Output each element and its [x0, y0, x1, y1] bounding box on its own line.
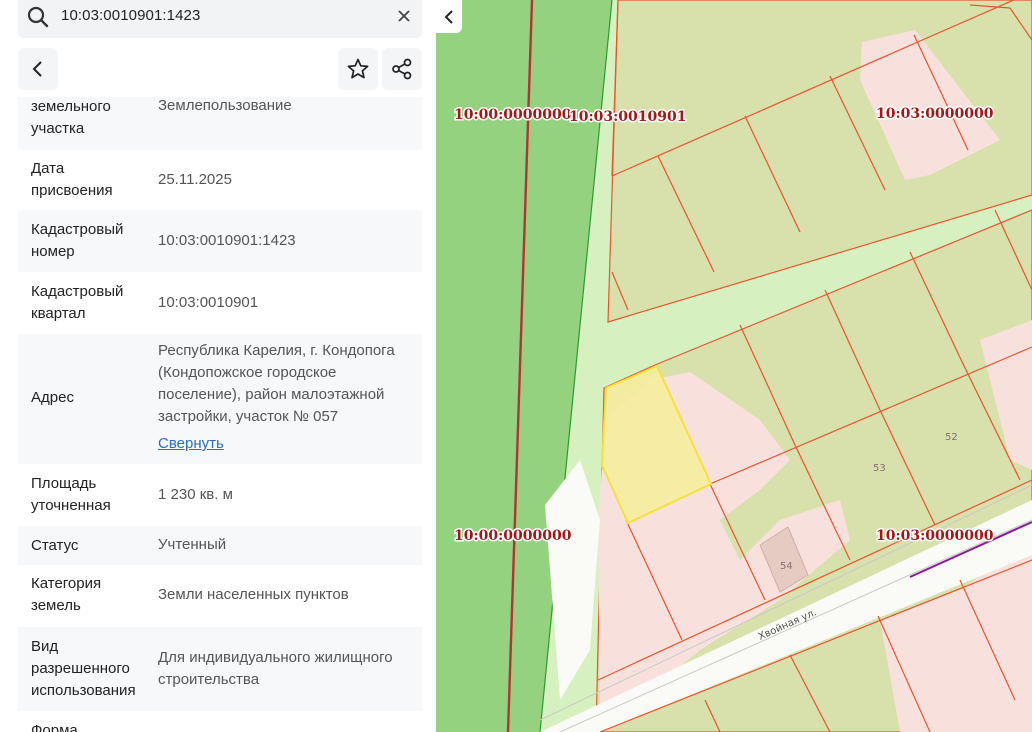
- search-bar[interactable]: 10:03:0010901:1423: [18, 0, 422, 38]
- detail-label: Кадастровый квартал: [31, 283, 124, 322]
- detail-row-assigned-date: Дата присвоения 25.11.2025: [18, 150, 422, 210]
- chevron-left-icon: [32, 61, 42, 77]
- share-button[interactable]: [382, 48, 422, 90]
- detail-label: Кадастровый номер: [31, 221, 124, 260]
- detail-value: Землепользование: [158, 97, 292, 114]
- detail-value: Земли населенных пунктов: [158, 586, 349, 603]
- search-input[interactable]: 10:03:0010901:1423: [61, 7, 200, 24]
- detail-label: Вид разрешенного использования: [31, 638, 136, 699]
- detail-row-permitted-use: Вид разрешенного использования Для индивид…: [18, 627, 422, 711]
- quarter-label: 10:00:0000000: [454, 107, 572, 123]
- detail-row-cadastral-number: Кадастровый номер 10:03:0010901:1423: [18, 210, 422, 272]
- share-icon: [392, 58, 412, 80]
- detail-value: Республика Карелия, г. Кондопога (Кондоп…: [158, 342, 395, 452]
- detail-label: Адрес: [31, 389, 74, 406]
- detail-label: Категория земель: [31, 575, 102, 614]
- cadastral-map[interactable]: 10:00:0000000 10:03:0010901 10:03:000000…: [436, 0, 1032, 732]
- panel-toolbar: [18, 48, 422, 90]
- quarter-label: 10:03:0000000: [876, 528, 994, 544]
- detail-row-land-category: Категория земель Земли населенных пунктов: [18, 565, 422, 627]
- chevron-left-icon: [444, 9, 453, 24]
- favorite-button[interactable]: [338, 48, 378, 90]
- detail-value: Для индивидуального жилищного строительст…: [158, 649, 393, 688]
- info-panel: 10:03:0010901:1423 земельного участка Зе…: [0, 0, 436, 732]
- detail-label: Статус: [31, 537, 79, 554]
- panel-scrollbar[interactable]: [426, 0, 436, 732]
- close-icon[interactable]: [394, 6, 414, 26]
- details-list: земельного участка Землепользование Дата п…: [18, 97, 422, 732]
- search-icon[interactable]: [26, 5, 50, 29]
- collapse-panel-button[interactable]: [436, 0, 462, 33]
- parcel-number: 53: [873, 463, 886, 474]
- detail-value: 10:03:0010901: [158, 294, 259, 311]
- detail-row-area: Площадь уточненная 1 230 кв. м: [18, 464, 422, 526]
- detail-row-address: Адрес Республика Карелия, г. Кондопога (…: [18, 334, 422, 464]
- detail-value: Учтенный: [158, 536, 227, 553]
- detail-value: 25.11.2025: [158, 171, 232, 188]
- detail-label: Дата присвоения: [31, 160, 113, 199]
- parcel-number: 54: [780, 561, 793, 572]
- quarter-label: 10:00:0000000: [454, 528, 572, 544]
- detail-row-status: Статус Учтенный: [18, 526, 422, 565]
- detail-value: 1 230 кв. м: [158, 486, 233, 503]
- star-icon: [347, 58, 369, 79]
- collapse-address-link[interactable]: Свернуть: [158, 435, 224, 452]
- detail-value: 10:03:0010901:1423: [158, 232, 296, 249]
- detail-label: земельного участка: [31, 98, 111, 137]
- detail-row-form: Форма: [18, 711, 422, 732]
- detail-row-land-type: земельного участка Землепользование: [18, 97, 422, 150]
- quarter-label: 10:03:0010901: [569, 109, 687, 125]
- detail-row-cadastral-block: Кадастровый квартал 10:03:0010901: [18, 272, 422, 334]
- back-button[interactable]: [18, 48, 58, 90]
- detail-label: Площадь уточненная: [31, 475, 111, 514]
- quarter-label: 10:03:0000000: [876, 106, 994, 122]
- parcel-number: 52: [945, 432, 958, 443]
- detail-label: Форма: [31, 722, 78, 732]
